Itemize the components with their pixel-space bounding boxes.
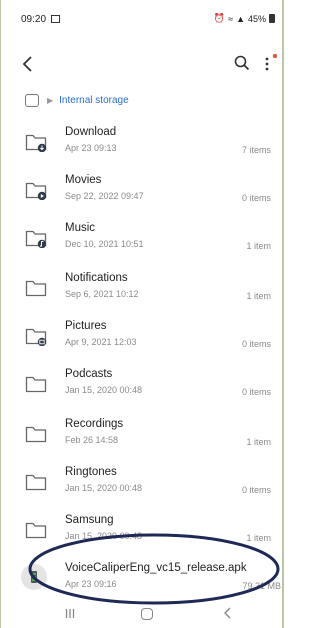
- recent-apps-icon[interactable]: [65, 608, 75, 619]
- folder-download-icon: [25, 134, 47, 152]
- item-name: Movies: [65, 174, 102, 186]
- battery-level: 45%: [247, 13, 266, 24]
- item-date: Sep 6, 2021 10:12: [65, 289, 139, 299]
- back-button-icon[interactable]: [223, 606, 233, 620]
- list-item[interactable]: Podcasts Jan 15, 2020 00:48 0 items: [1, 362, 282, 410]
- item-count: 1 item: [246, 437, 271, 447]
- item-count: 7 items: [241, 145, 271, 155]
- list-item[interactable]: Music Dec 10, 2021 10:51 1 item: [1, 216, 282, 264]
- item-name: Samsung: [65, 514, 114, 526]
- item-date: Dec 10, 2021 10:51: [65, 239, 144, 249]
- folder-pictures-icon: [25, 328, 47, 346]
- navigation-bar: [1, 600, 282, 628]
- breadcrumb-arrow-icon: ▶: [47, 95, 54, 105]
- item-count: 1 item: [246, 241, 271, 251]
- item-count: 1 item: [246, 291, 271, 301]
- item-date: Jan 15, 2020 00:48: [65, 483, 143, 493]
- breadcrumb: ▶ Internal storage: [25, 92, 129, 108]
- item-date: Apr 23 09:13: [65, 143, 117, 153]
- item-name: Ringtones: [65, 466, 117, 478]
- item-date: Apr 9, 2021 12:03: [65, 337, 137, 347]
- item-name: Pictures: [65, 320, 107, 332]
- item-date: Jan 15, 2020 00:48: [65, 385, 143, 395]
- highlight-ellipse: [28, 533, 280, 605]
- item-count: 0 items: [241, 193, 271, 203]
- item-date: Sep 22, 2022 09:47: [65, 191, 144, 201]
- item-name: Download: [65, 126, 117, 138]
- more-options-icon[interactable]: [263, 55, 271, 73]
- status-bar: 09:20 ⏰ ≈ ▲ 45%: [1, 0, 282, 40]
- list-item[interactable]: Download Apr 23 09:13 7 items: [1, 120, 282, 168]
- list-item[interactable]: Movies Sep 22, 2022 09:47 0 items: [1, 168, 282, 216]
- status-indicators: ⏰ ≈ ▲ 45%: [214, 13, 275, 24]
- item-count: 0 items: [241, 339, 271, 349]
- alarm-icon: ⏰: [213, 13, 226, 23]
- battery-icon: [269, 14, 275, 23]
- gallery-notification-icon: [51, 15, 60, 23]
- item-name: Music: [65, 222, 96, 234]
- folder-icon: [25, 474, 47, 491]
- folder-movies-icon: [25, 182, 47, 200]
- list-item[interactable]: Ringtones Jan 15, 2020 00:48 0 items: [1, 460, 282, 508]
- item-name: Recordings: [65, 418, 124, 430]
- breadcrumb-internal-storage[interactable]: Internal storage: [59, 95, 129, 106]
- home-button-icon[interactable]: [141, 608, 153, 620]
- item-count: 0 items: [241, 485, 271, 495]
- list-item[interactable]: Pictures Apr 9, 2021 12:03 0 items: [1, 314, 282, 362]
- status-time: 09:20: [21, 14, 47, 25]
- back-arrow-icon[interactable]: [19, 54, 37, 74]
- home-icon[interactable]: [25, 93, 39, 107]
- search-icon[interactable]: [233, 54, 251, 72]
- file-manager-screen: 09:20 ⏰ ≈ ▲ 45% ▶ Internal storage Downl…: [0, 0, 284, 628]
- notification-dot: [273, 54, 277, 58]
- item-date: Feb 26 14:58: [65, 435, 119, 445]
- signal-icon: ▲: [236, 13, 245, 24]
- folder-icon: [25, 280, 47, 297]
- list-item[interactable]: Notifications Sep 6, 2021 10:12 1 item: [1, 266, 282, 314]
- folder-icon: [25, 376, 47, 393]
- folder-music-icon: [25, 230, 47, 248]
- list-item[interactable]: Recordings Feb 26 14:58 1 item: [1, 412, 282, 460]
- item-name: Notifications: [65, 272, 128, 284]
- item-count: 0 items: [241, 387, 271, 397]
- wifi-icon: ≈: [228, 13, 234, 24]
- item-name: Podcasts: [65, 368, 113, 380]
- folder-icon: [25, 426, 47, 443]
